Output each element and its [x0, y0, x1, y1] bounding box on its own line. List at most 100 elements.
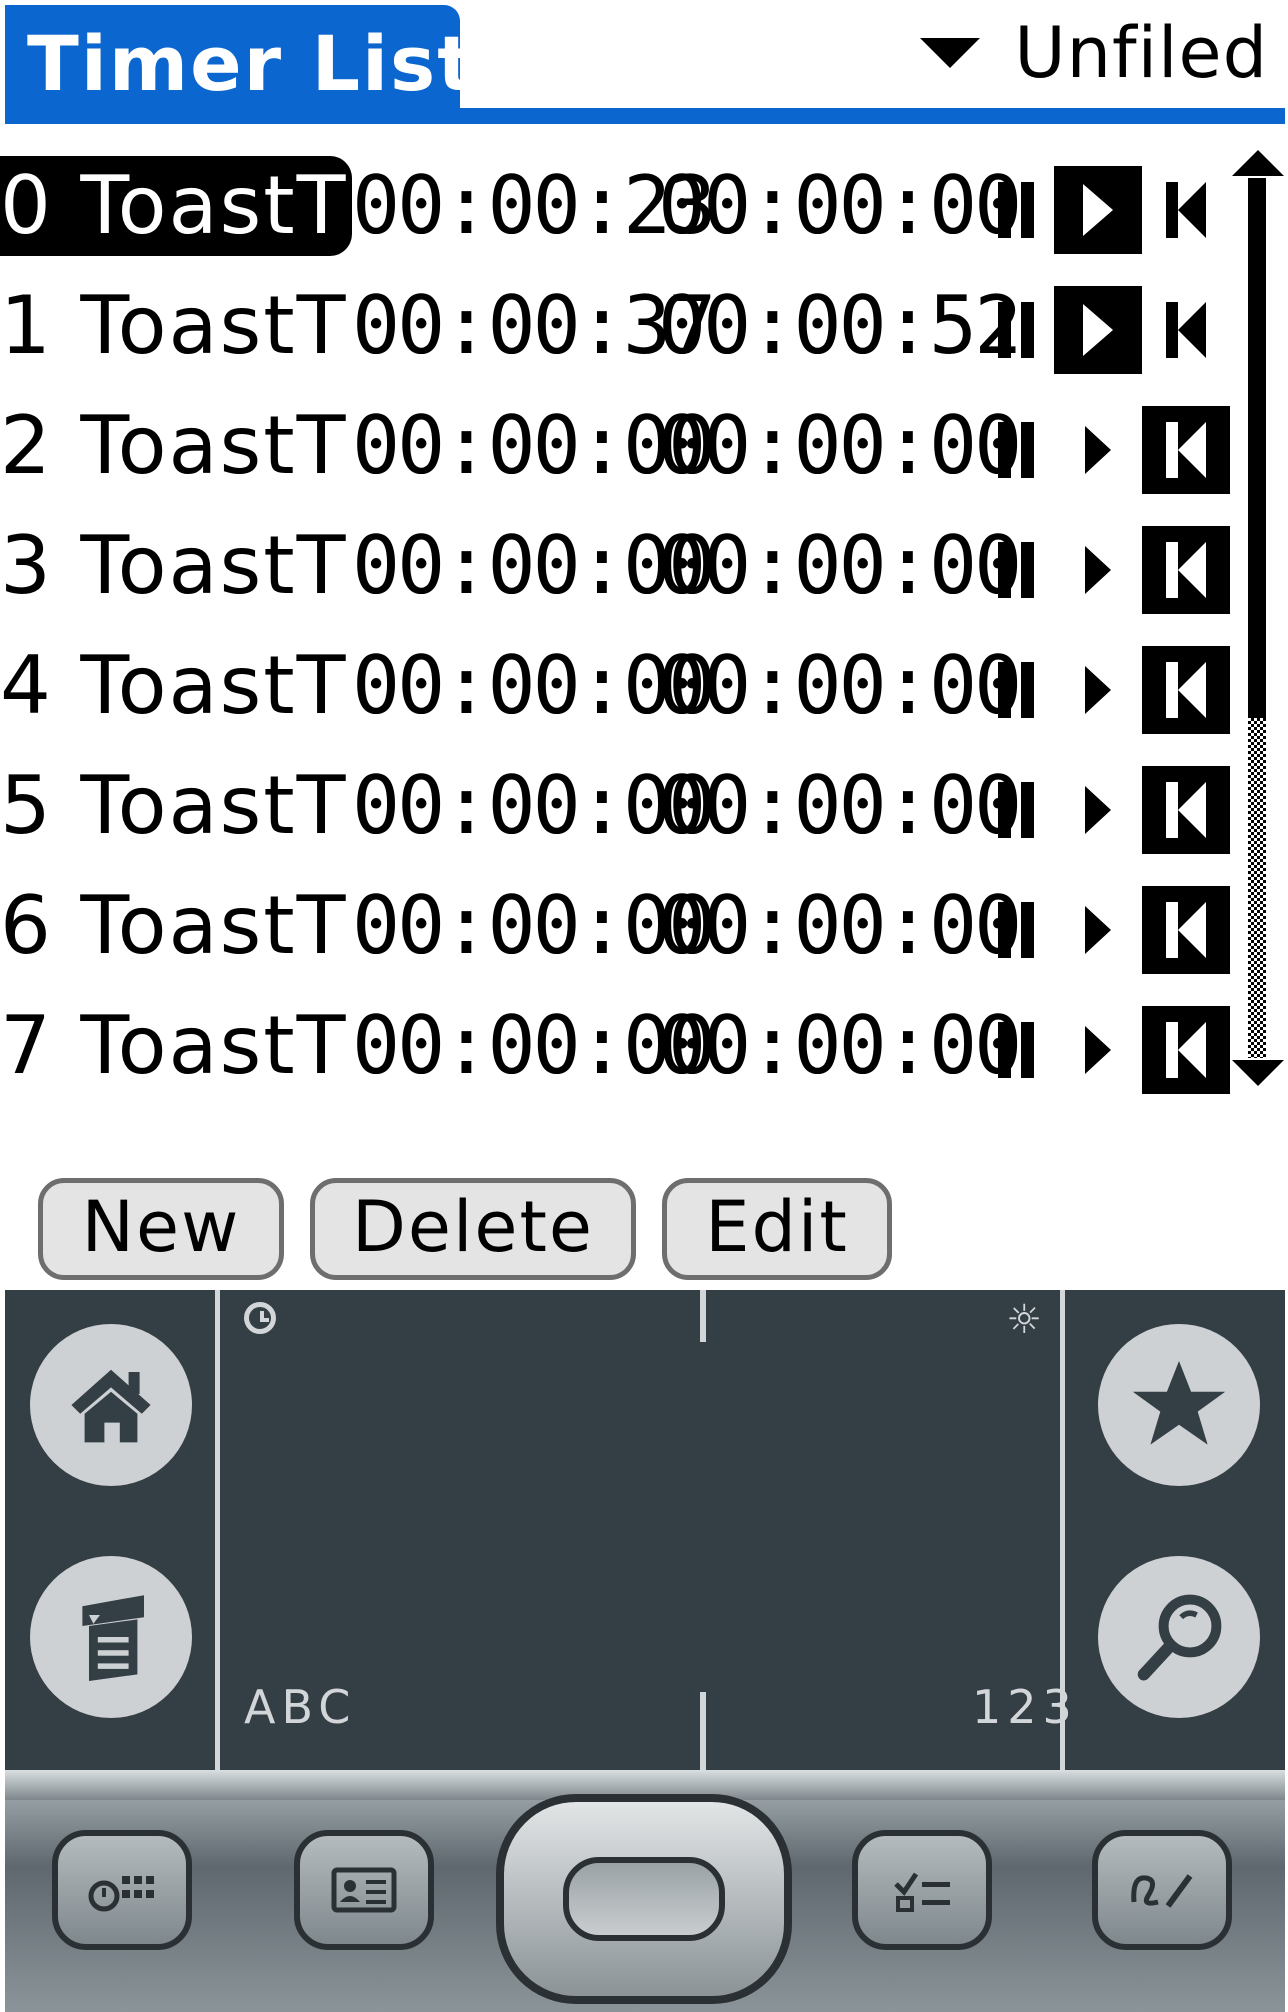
play-button[interactable]: [1054, 646, 1142, 734]
pause-icon: [998, 782, 1034, 838]
new-button[interactable]: New: [38, 1178, 284, 1280]
pause-button[interactable]: [972, 1006, 1060, 1094]
timer-row[interactable]: 3 ToastTi 00:00:00 00:00:00: [0, 508, 1230, 628]
search-icon: [1137, 1594, 1222, 1681]
pause-button[interactable]: [972, 406, 1060, 494]
play-button[interactable]: [1054, 406, 1142, 494]
graffiti-divider-bottom: [700, 1692, 706, 1770]
play-button[interactable]: [1054, 1006, 1142, 1094]
reset-button[interactable]: [1142, 766, 1230, 854]
tasks-icon: [894, 1872, 950, 1912]
timer-name[interactable]: 1 ToastTi: [0, 276, 352, 376]
contacts-icon: [331, 1867, 397, 1913]
pause-icon: [998, 1022, 1034, 1078]
dropdown-triangle-icon: [920, 38, 981, 68]
pause-icon: [998, 422, 1034, 478]
title-underline: [5, 108, 1285, 124]
delete-button[interactable]: Delete: [310, 1178, 636, 1280]
pause-icon: [998, 902, 1034, 958]
reset-icon: [1166, 182, 1206, 238]
pause-button[interactable]: [972, 166, 1060, 254]
timer-row[interactable]: 2 ToastTi 00:00:00 00:00:00: [0, 388, 1230, 508]
reset-icon: [1166, 662, 1206, 718]
edit-button[interactable]: Edit: [662, 1178, 892, 1280]
home-icon: [71, 1369, 151, 1443]
play-button[interactable]: [1054, 166, 1142, 254]
graffiti-abc-label: ABC: [244, 1680, 357, 1734]
star-icon: [1132, 1361, 1226, 1445]
timer-duration: 00:00:00: [658, 639, 1022, 732]
hardware-button-calendar[interactable]: [52, 1830, 192, 1950]
menu-icon: [82, 1595, 144, 1681]
reset-button[interactable]: [1142, 406, 1230, 494]
timer-name[interactable]: 2 ToastTi: [0, 396, 352, 496]
play-icon: [1085, 666, 1111, 714]
timer-row[interactable]: 4 ToastTi 00:00:00 00:00:00: [0, 628, 1230, 748]
play-button[interactable]: [1054, 766, 1142, 854]
timer-duration: 00:00:00: [658, 999, 1022, 1092]
calendar-icon: [88, 1876, 154, 1912]
scrollbar-thumb[interactable]: [1248, 178, 1266, 718]
pause-button[interactable]: [972, 646, 1060, 734]
timer-duration: 00:00:00: [658, 759, 1022, 852]
pause-icon: [998, 542, 1034, 598]
hardware-button-contacts[interactable]: [294, 1830, 434, 1950]
pause-icon: [998, 182, 1034, 238]
timer-duration: 00:00:00: [658, 519, 1022, 612]
title-tab[interactable]: Timer List: [5, 5, 474, 113]
hardware-button-notepad[interactable]: [1092, 1830, 1232, 1950]
reset-button[interactable]: [1142, 886, 1230, 974]
reset-button[interactable]: [1142, 286, 1230, 374]
pause-button[interactable]: [972, 766, 1060, 854]
navigation-select-pad[interactable]: [563, 1857, 725, 1941]
reset-icon: [1166, 302, 1206, 358]
brightness-icon[interactable]: ☼: [1004, 1300, 1044, 1340]
pause-button[interactable]: [972, 286, 1060, 374]
reset-button[interactable]: [1142, 526, 1230, 614]
timer-duration: 00:00:00: [658, 879, 1022, 972]
pause-button[interactable]: [972, 886, 1060, 974]
timer-name[interactable]: 6 ToastTi: [0, 876, 352, 976]
play-button[interactable]: [1054, 286, 1142, 374]
graffiti-123-label: 123: [972, 1680, 1078, 1734]
play-icon: [1083, 304, 1113, 356]
reset-icon: [1166, 902, 1206, 958]
timer-duration: 00:00:52: [658, 279, 1022, 372]
scrollbar-track[interactable]: [1248, 718, 1266, 1058]
favorites-button[interactable]: [1098, 1324, 1260, 1486]
reset-icon: [1166, 782, 1206, 838]
timer-name[interactable]: 7 ToastTi: [0, 996, 352, 1096]
pause-button[interactable]: [972, 526, 1060, 614]
scroll-up-arrow-icon[interactable]: [1232, 150, 1284, 176]
clock-icon[interactable]: [244, 1302, 276, 1334]
timer-name[interactable]: 4 ToastTi: [0, 636, 352, 736]
timer-row[interactable]: 5 ToastTi 00:00:00 00:00:00: [0, 748, 1230, 868]
home-button[interactable]: [30, 1324, 192, 1486]
timer-row[interactable]: 1 ToastTi 00:00:37 00:00:52: [0, 268, 1225, 388]
timer-name[interactable]: 0 ToastTi: [0, 156, 352, 256]
scroll-down-arrow-icon[interactable]: [1232, 1060, 1284, 1086]
timer-row[interactable]: 7 ToastTi 00:00:00 00:00:00: [0, 988, 1230, 1108]
find-button[interactable]: [1098, 1556, 1260, 1718]
menu-button[interactable]: [30, 1556, 192, 1718]
hardware-button-tasks[interactable]: [852, 1830, 992, 1950]
play-icon: [1083, 184, 1113, 236]
timer-row[interactable]: 6 ToastTi 00:00:00 00:00:00: [0, 868, 1230, 988]
reset-button[interactable]: [1142, 1006, 1230, 1094]
reset-button[interactable]: [1142, 166, 1230, 254]
pause-icon: [998, 662, 1034, 718]
pause-icon: [998, 302, 1034, 358]
play-button[interactable]: [1054, 526, 1142, 614]
navigation-center-button[interactable]: [496, 1794, 792, 2004]
graffiti-divider-top: [700, 1290, 706, 1342]
reset-icon: [1166, 1022, 1206, 1078]
timer-name[interactable]: 5 ToastTi: [0, 756, 352, 856]
play-button[interactable]: [1054, 886, 1142, 974]
play-icon: [1085, 906, 1111, 954]
timer-name[interactable]: 3 ToastTi: [0, 516, 352, 616]
timer-row[interactable]: 0 ToastTi 00:00:23 00:00:00: [0, 148, 1225, 268]
reset-button[interactable]: [1142, 646, 1230, 734]
notepad-icon: [1131, 1874, 1193, 1908]
play-icon: [1085, 786, 1111, 834]
category-selector[interactable]: Unfiled: [920, 8, 1268, 98]
